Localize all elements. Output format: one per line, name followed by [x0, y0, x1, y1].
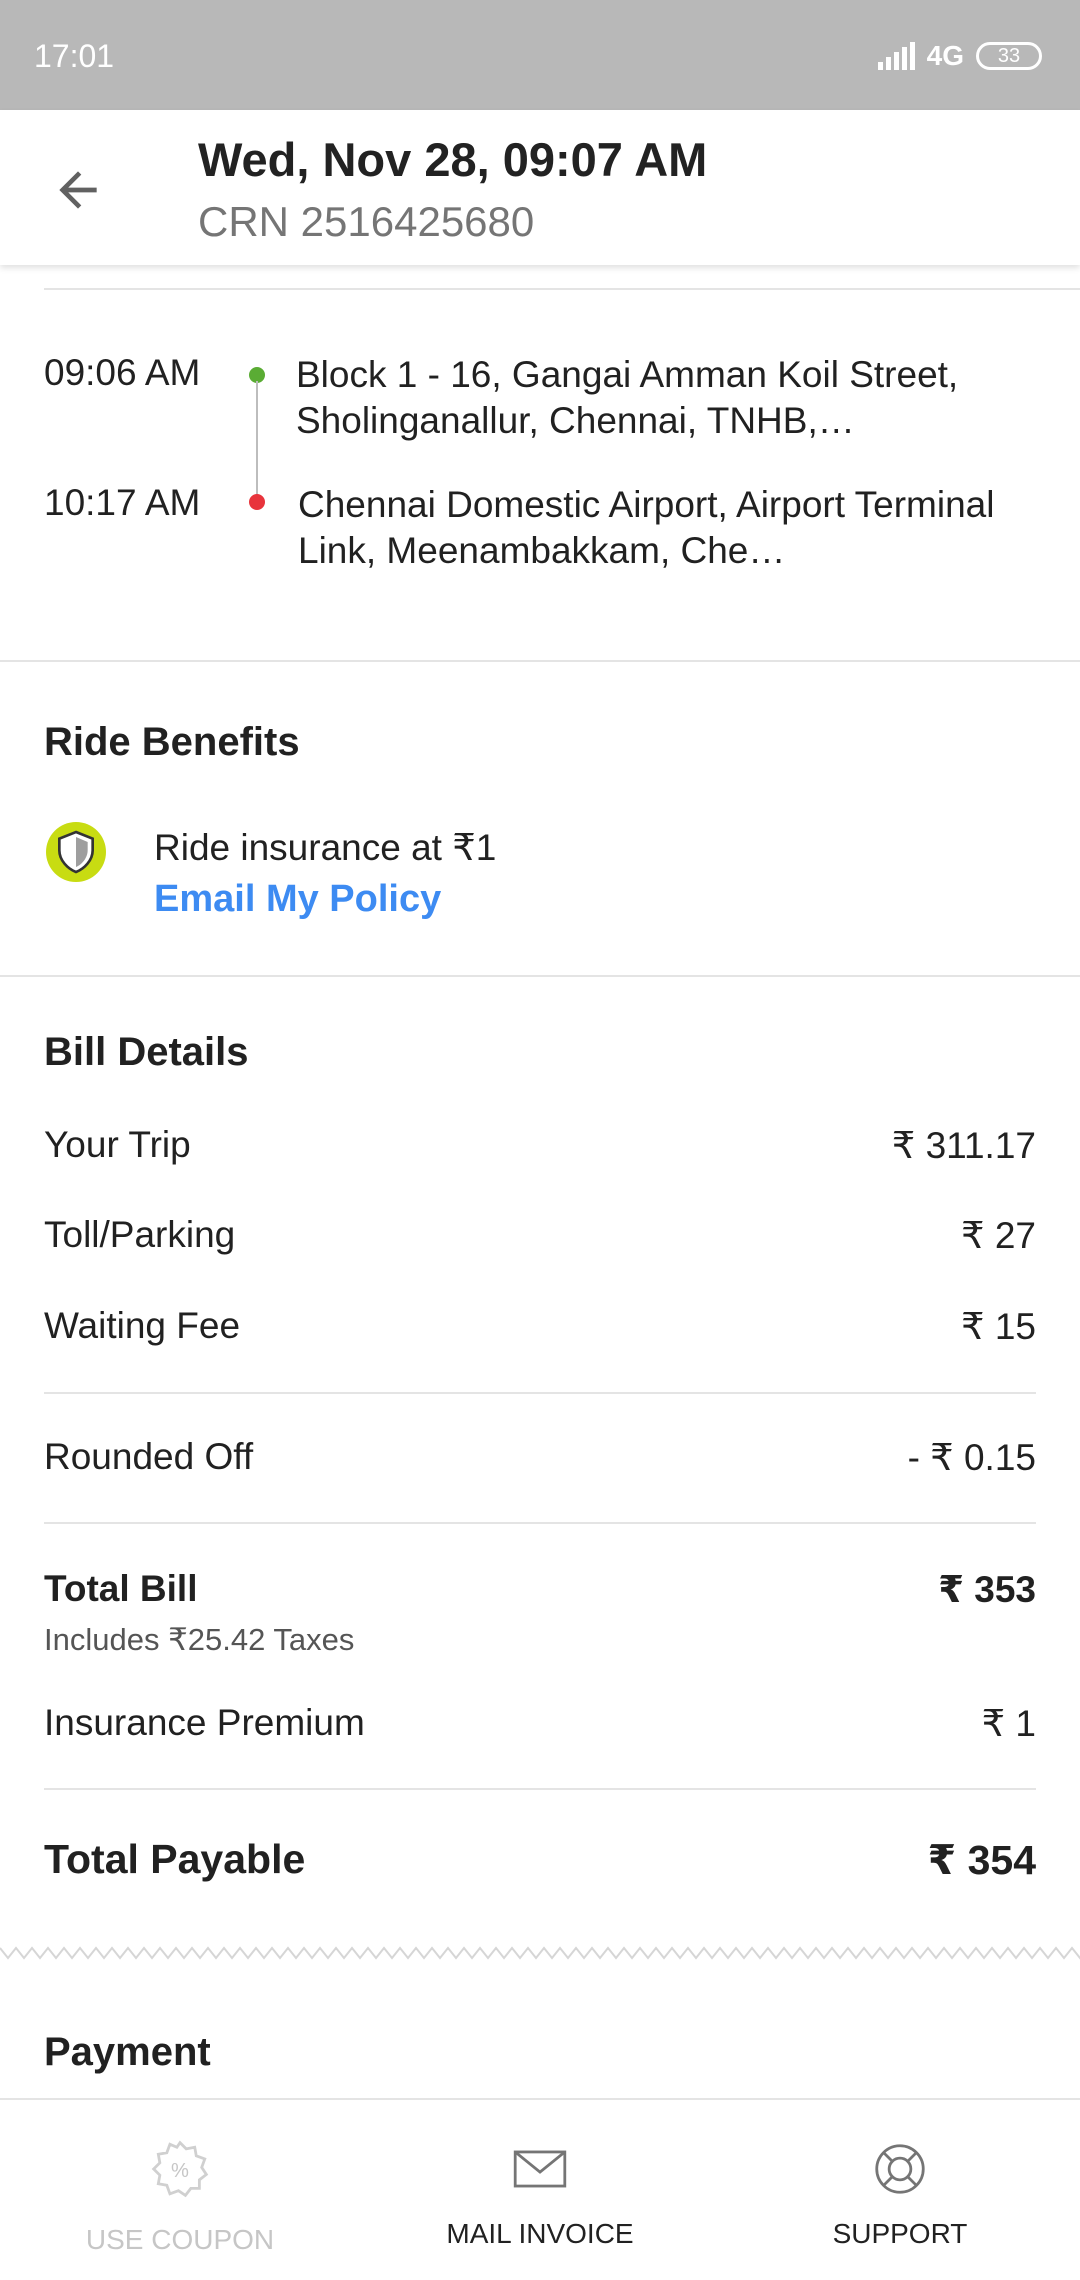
pickup-time: 09:06 AM — [44, 352, 201, 393]
insurance-premium-label: Insurance Premium — [44, 1702, 365, 1743]
bottom-action-bar: % USE COUPON MAIL INVOICE SUPPORT — [0, 2098, 1080, 2280]
mail-icon — [513, 2150, 567, 2188]
mail-invoice-button[interactable]: MAIL INVOICE — [360, 2100, 720, 2280]
mail-invoice-label: MAIL INVOICE — [446, 2218, 634, 2249]
insurance-badge — [46, 822, 106, 882]
back-arrow-icon — [59, 171, 97, 209]
total-payable-value: ₹ 354 — [927, 1837, 1036, 1883]
bill-item-value: ₹ 27 — [961, 1215, 1036, 1256]
signal-icon — [877, 42, 915, 70]
drop-time: 10:17 AM — [44, 482, 201, 523]
back-button[interactable] — [50, 162, 106, 218]
shield-icon — [58, 830, 94, 874]
bill-details-title: Bill Details — [44, 1030, 249, 1074]
network-type: 4G — [926, 40, 964, 71]
bill-item-label: Toll/Parking — [44, 1214, 236, 1255]
use-coupon-label: USE COUPON — [85, 2224, 275, 2255]
coupon-icon: % — [151, 2140, 209, 2198]
divider — [44, 1392, 1036, 1394]
bill-item-label: Waiting Fee — [44, 1305, 241, 1346]
divider — [0, 660, 1080, 662]
support-button[interactable]: SUPPORT — [720, 2100, 1080, 2280]
status-time: 17:01 — [34, 38, 115, 74]
bill-item-value: ₹ 15 — [961, 1306, 1036, 1347]
bill-item-label: Your Trip — [44, 1124, 191, 1165]
bill-item-value: ₹ 311.17 — [891, 1125, 1036, 1166]
support-icon — [875, 2144, 925, 2194]
battery-icon: 33 — [976, 42, 1042, 70]
receipt-zigzag-edge — [0, 1946, 1080, 1960]
use-coupon-button[interactable]: % USE COUPON — [0, 2100, 360, 2280]
total-bill-label: Total Bill — [44, 1568, 198, 1609]
divider — [0, 975, 1080, 977]
taxes-note: Includes ₹25.42 Taxes — [44, 1622, 355, 1657]
rounded-off-label: Rounded Off — [44, 1436, 254, 1477]
divider — [44, 1522, 1036, 1524]
insurance-premium-value: ₹ 1 — [981, 1703, 1036, 1744]
divider — [44, 1788, 1036, 1790]
ride-benefits-title: Ride Benefits — [44, 720, 300, 764]
app-header: Wed, Nov 28, 09:07 AM CRN 2516425680 — [0, 110, 1080, 265]
svg-text:%: % — [171, 2160, 189, 2182]
divider — [44, 288, 1080, 290]
page-title: Wed, Nov 28, 09:07 AM — [198, 133, 708, 186]
pickup-address: Block 1 - 16, Gangai Amman Koil Street, … — [296, 354, 959, 441]
support-label: SUPPORT — [832, 2218, 968, 2249]
crn-number: CRN 2516425680 — [198, 198, 535, 245]
battery-level: 33 — [997, 44, 1021, 67]
drop-dot-icon — [249, 494, 265, 510]
rounded-off-value: - ₹ 0.15 — [907, 1437, 1036, 1478]
route-line — [256, 381, 258, 499]
status-bar: 17:01 4G 33 — [0, 0, 1080, 110]
total-bill-value: ₹ 353 — [938, 1569, 1036, 1610]
payment-title: Payment — [44, 2030, 211, 2074]
drop-address: Chennai Domestic Airport, Airport Termin… — [298, 484, 995, 571]
total-payable-label: Total Payable — [44, 1836, 306, 1882]
status-indicators: 4G 33 — [877, 40, 1042, 72]
email-policy-link[interactable]: Email My Policy — [154, 878, 441, 921]
insurance-text: Ride insurance at ₹1 — [154, 827, 497, 868]
